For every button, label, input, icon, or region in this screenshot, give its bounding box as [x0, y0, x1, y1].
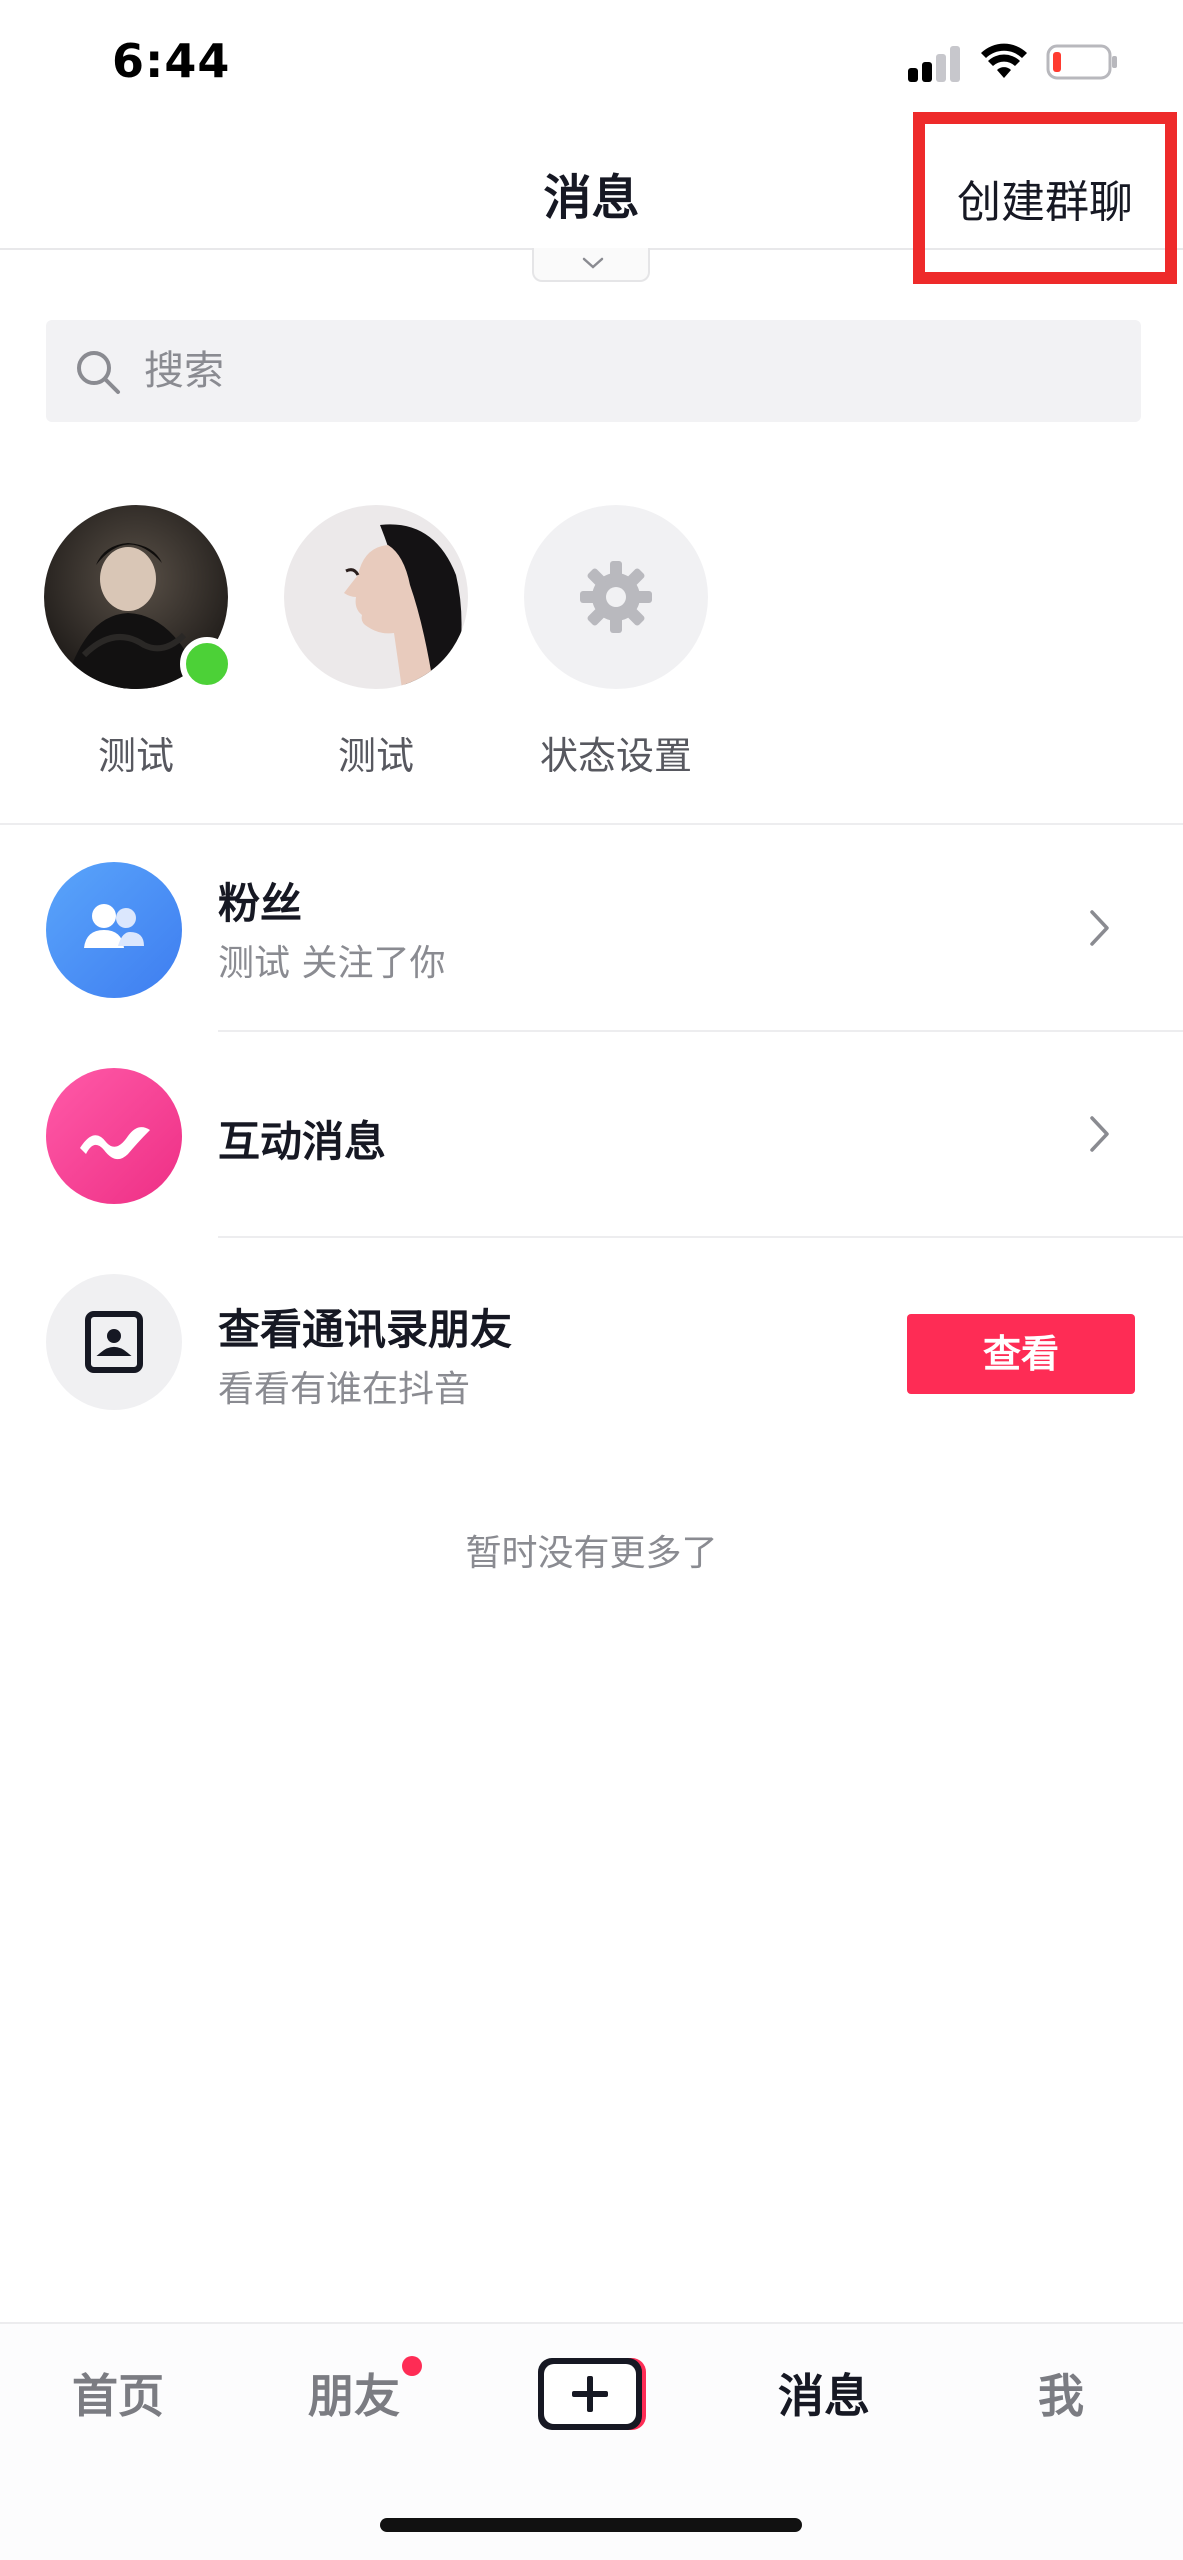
pull-down-handle[interactable]	[532, 248, 650, 282]
notification-dot	[402, 2356, 422, 2376]
list-item-title: 互动消息	[218, 1117, 387, 1166]
gear-icon	[580, 561, 652, 633]
create-group-label: 创建群聊	[957, 177, 1133, 228]
create-group-button[interactable]: 创建群聊	[913, 112, 1177, 284]
section-divider	[0, 823, 1183, 825]
search-bar[interactable]	[46, 320, 1141, 422]
cellular-signal-icon	[908, 46, 962, 82]
contact-name: 状态设置	[539, 734, 692, 778]
contact-name: 测试	[97, 734, 174, 778]
wifi-icon	[981, 43, 1027, 78]
create-post-button[interactable]	[532, 2354, 650, 2434]
contact-item[interactable]: 测试	[36, 505, 236, 780]
contact-name: 测试	[337, 734, 414, 778]
battery-icon	[1046, 44, 1117, 80]
status-time: 6:44	[112, 34, 231, 88]
status-settings-avatar	[524, 505, 708, 689]
chevron-down-icon	[582, 257, 604, 269]
avatar	[284, 505, 468, 689]
status-settings-item[interactable]: 状态设置	[516, 505, 716, 780]
avatar	[44, 505, 234, 691]
list-item-title: 查看通讯录朋友	[218, 1305, 513, 1354]
list-item-address-book[interactable]: 查看通讯录朋友 看看有谁在抖音 查看	[0, 1238, 1183, 1444]
list-item-subtitle: 测试 关注了你	[218, 943, 446, 984]
fans-icon	[46, 862, 182, 998]
messages-screen: 6:44 消息 创建群聊 搜索 测试 测试 状态设置 粉丝 测试 关注了你 互动…	[0, 0, 1183, 2560]
search-input[interactable]	[144, 342, 1044, 400]
view-contacts-button[interactable]: 查看	[907, 1314, 1135, 1394]
address-book-icon	[46, 1274, 182, 1410]
online-status-dot	[180, 637, 234, 691]
contact-item[interactable]: 测试	[276, 505, 476, 780]
contacts-row: 测试 测试 状态设置	[0, 505, 1183, 805]
avatar-image	[284, 505, 468, 689]
home-indicator	[380, 2518, 802, 2532]
search-icon	[77, 351, 120, 394]
status-bar: 6:44	[0, 0, 1183, 120]
tab-messages[interactable]: 消息	[778, 2360, 870, 2426]
list-item-subtitle: 看看有谁在抖音	[218, 1369, 471, 1410]
tab-friends-label: 朋友	[308, 2369, 400, 2423]
tab-me[interactable]: 我	[1038, 2360, 1084, 2426]
end-of-list-text: 暂时没有更多了	[465, 1533, 718, 1574]
chevron-right-icon	[1090, 910, 1109, 946]
tab-home[interactable]: 首页	[72, 2360, 164, 2426]
tab-friends[interactable]: 朋友	[308, 2356, 422, 2426]
interaction-icon	[46, 1068, 182, 1204]
nav-header: 消息 创建群聊	[0, 112, 1183, 284]
list-item-title: 粉丝	[218, 879, 303, 928]
list-item-interactions[interactable]: 互动消息	[0, 1032, 1183, 1238]
chevron-right-icon	[1090, 1116, 1109, 1152]
list-item-fans[interactable]: 粉丝 测试 关注了你	[0, 826, 1183, 1032]
